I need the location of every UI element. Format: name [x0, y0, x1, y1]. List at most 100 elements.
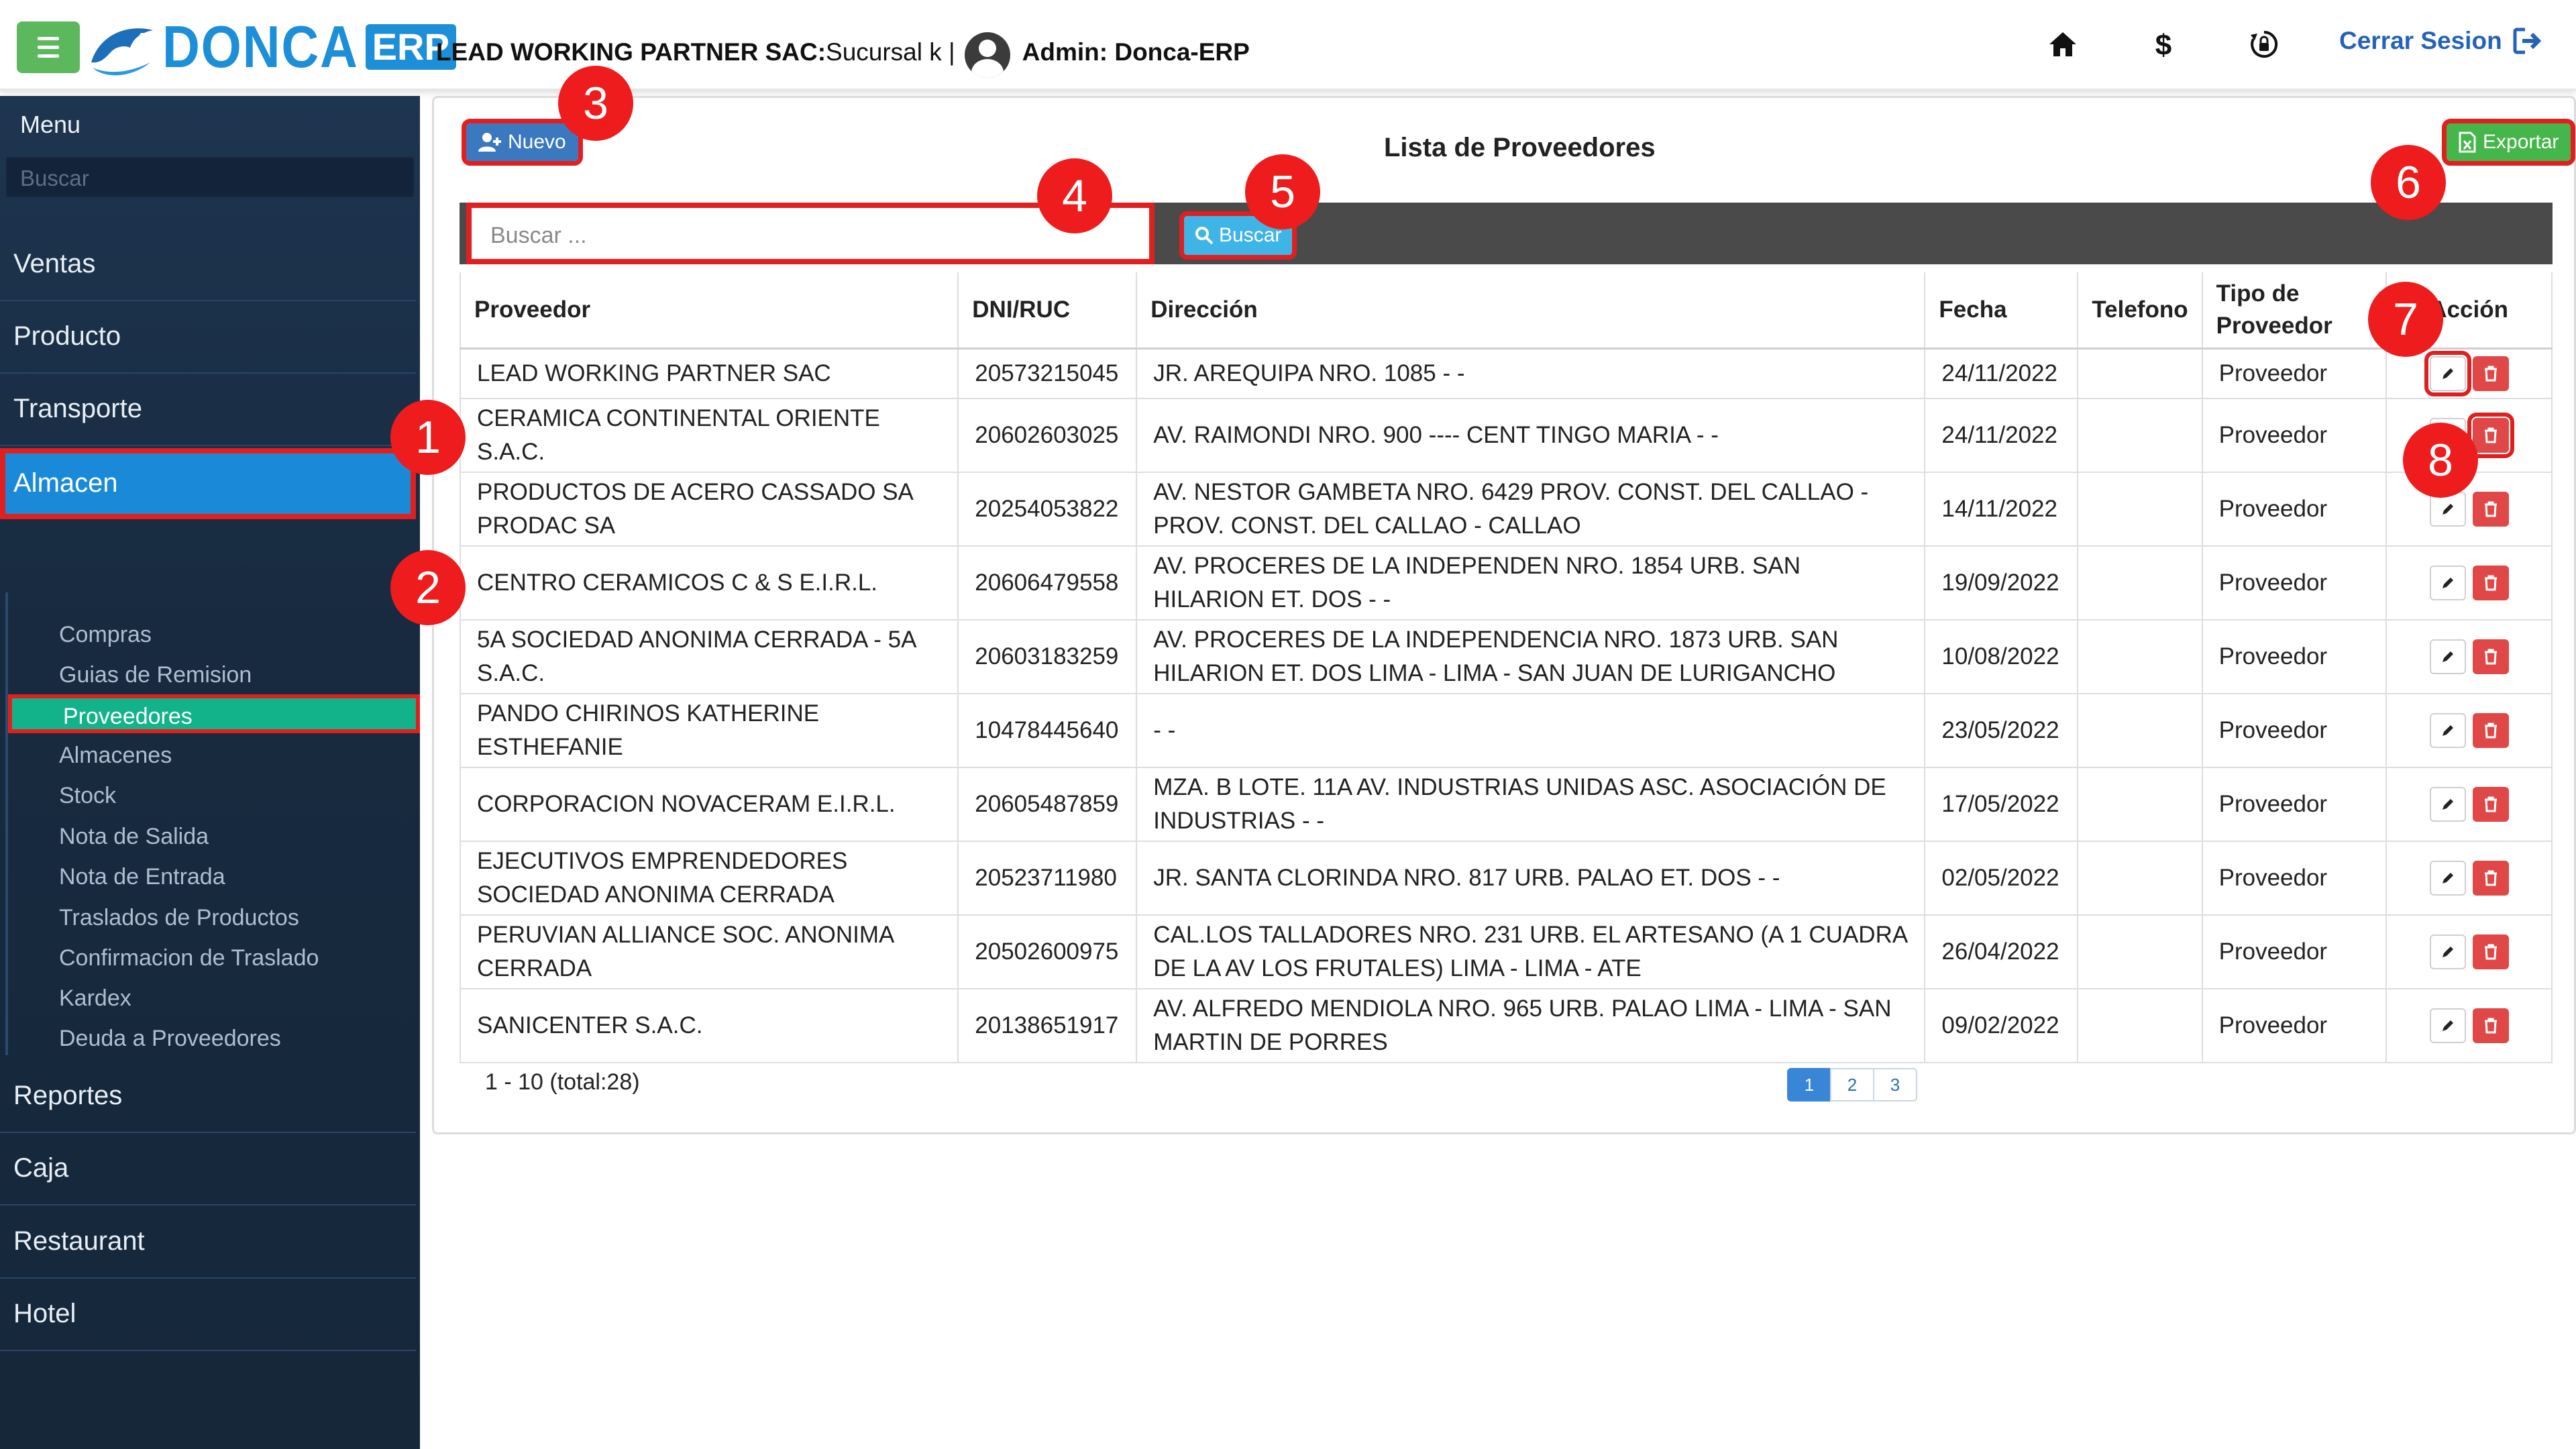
- top-bar: DONCA ERP LEAD WORKING PARTNER SAC: Sucu…: [0, 0, 2576, 91]
- cell-direccion: - -: [1136, 693, 1926, 768]
- page-3-button[interactable]: 3: [1873, 1068, 1917, 1102]
- cell-direccion: JR. SANTA CLORINDA NRO. 817 URB. PALAO E…: [1136, 841, 1926, 916]
- submenu-item-proveedores[interactable]: Proveedores: [8, 694, 420, 733]
- cell-ruc: 20254053822: [958, 472, 1138, 547]
- pencil-icon: [2442, 872, 2453, 883]
- edit-button[interactable]: [2429, 712, 2466, 748]
- delete-button[interactable]: [2472, 934, 2509, 969]
- trash-icon: [2484, 1018, 2497, 1033]
- pencil-icon: [2442, 1020, 2453, 1031]
- sidebar-item-caja[interactable]: Caja: [0, 1134, 416, 1205]
- column-header-ruc[interactable]: DNI/RUC: [958, 272, 1138, 350]
- cell-ruc: 20603183259: [958, 619, 1138, 694]
- row-actions: [2403, 639, 2535, 674]
- page-1-button[interactable]: 1: [1787, 1068, 1831, 1102]
- cell-ruc: 20138651917: [958, 988, 1138, 1063]
- edit-button[interactable]: [2424, 350, 2471, 396]
- pagination: 1 2 3: [1787, 1068, 1917, 1102]
- submenu-item-guias-de-remision[interactable]: Guias de Remision: [59, 662, 252, 688]
- column-header-direccion[interactable]: Dirección: [1136, 272, 1926, 350]
- delete-button[interactable]: [2472, 639, 2509, 674]
- page-2-button[interactable]: 2: [1830, 1068, 1874, 1102]
- edit-button[interactable]: [2429, 786, 2466, 822]
- company-name: LEAD WORKING PARTNER SAC:: [436, 38, 826, 66]
- edit-button[interactable]: [2429, 1008, 2466, 1043]
- submenu-item-traslados-de-productos[interactable]: Traslados de Productos: [59, 905, 299, 931]
- cell-tipo: Proveedor: [2202, 767, 2387, 842]
- svg-text:$: $: [2155, 29, 2171, 60]
- submenu-item-stock[interactable]: Stock: [59, 783, 116, 809]
- submenu-item-kardex[interactable]: Kardex: [59, 985, 131, 1012]
- trash-icon: [2484, 870, 2497, 885]
- logout-icon: [2513, 28, 2541, 54]
- submenu-item-compras[interactable]: Compras: [59, 622, 152, 648]
- edit-button[interactable]: [2429, 934, 2466, 969]
- page-title: Lista de Proveedores: [1384, 133, 1656, 162]
- home-button[interactable]: [2039, 23, 2086, 66]
- sidebar-item-reportes[interactable]: Reportes: [0, 1062, 416, 1133]
- row-actions: [2403, 860, 2535, 896]
- cell-fecha: 14/11/2022: [1925, 472, 2079, 547]
- sidebar-search-input[interactable]: Buscar: [5, 156, 415, 198]
- step-marker-6: 6: [2371, 145, 2446, 220]
- cell-telefono: [2078, 767, 2203, 842]
- delete-button[interactable]: [2472, 565, 2509, 600]
- step-marker-3: 3: [558, 66, 633, 141]
- sidebar-item-almacen[interactable]: Almacen: [0, 448, 416, 519]
- cell-fecha: 26/04/2022: [1925, 914, 2079, 989]
- sidebar-item-restaurant[interactable]: Restaurant: [0, 1208, 416, 1279]
- edit-button[interactable]: [2429, 565, 2466, 600]
- cell-telefono: [2078, 693, 2203, 768]
- sidebar-item-producto[interactable]: Producto: [0, 303, 416, 374]
- cell-fecha: 23/05/2022: [1925, 693, 2079, 768]
- row-actions: [2403, 934, 2535, 969]
- cell-telefono: [2078, 545, 2203, 621]
- lock-refresh-button[interactable]: [2241, 23, 2288, 66]
- search-bar: Buscar ... Buscar: [460, 203, 2553, 264]
- sidebar-item-ventas[interactable]: Ventas: [0, 230, 416, 301]
- delete-button[interactable]: [2472, 356, 2509, 391]
- submenu-item-nota-de-entrada[interactable]: Nota de Entrada: [59, 864, 225, 890]
- pencil-icon: [2442, 651, 2453, 662]
- cell-telefono: [2078, 398, 2203, 473]
- cell-tipo: Proveedor: [2202, 619, 2387, 694]
- sidebar: Menu Buscar Ventas Producto Transporte A…: [0, 96, 420, 1449]
- column-header-proveedor[interactable]: Proveedor: [459, 272, 959, 350]
- cell-ruc: 20502600975: [958, 914, 1138, 989]
- sidebar-item-hotel[interactable]: Hotel: [0, 1280, 416, 1351]
- column-header-telefono[interactable]: Telefono: [2078, 272, 2203, 350]
- submenu-item-nota-de-salida[interactable]: Nota de Salida: [59, 824, 209, 850]
- step-marker-2: 2: [390, 550, 466, 625]
- submenu-item-deuda-a-proveedores[interactable]: Deuda a Proveedores: [59, 1026, 281, 1052]
- edit-button[interactable]: [2429, 860, 2466, 896]
- cell-ruc: 20605487859: [958, 767, 1138, 842]
- sidebar-item-transporte[interactable]: Transporte: [0, 375, 416, 446]
- cell-direccion: JR. AREQUIPA NRO. 1085 - -: [1136, 348, 1926, 399]
- delete-button[interactable]: [2472, 786, 2509, 822]
- submenu-item-confirmacion-de-traslado[interactable]: Confirmacion de Traslado: [59, 945, 319, 971]
- cell-proveedor: EJECUTIVOS EMPRENDEDORES SOCIEDAD ANONIM…: [459, 841, 959, 916]
- column-header-tipo[interactable]: Tipo de Proveedor: [2202, 272, 2387, 350]
- pencil-icon: [2442, 577, 2453, 588]
- delete-button[interactable]: [2467, 412, 2514, 458]
- cash-button[interactable]: $: [2140, 23, 2187, 66]
- row-actions: [2403, 786, 2535, 822]
- refresh-lock-icon: [2251, 30, 2278, 58]
- submenu-item-almacenes[interactable]: Almacenes: [59, 743, 172, 769]
- new-provider-button[interactable]: Nuevo: [462, 119, 583, 166]
- cell-actions: [2386, 693, 2553, 768]
- column-header-fecha[interactable]: Fecha: [1925, 272, 2079, 350]
- menu-toggle-button[interactable]: [17, 21, 80, 73]
- export-button[interactable]: Exportar: [2441, 119, 2576, 166]
- delete-button[interactable]: [2472, 491, 2509, 527]
- cell-actions: [2386, 914, 2553, 989]
- delete-button[interactable]: [2472, 1008, 2509, 1043]
- logout-link[interactable]: Cerrar Sesion: [2339, 27, 2544, 55]
- cell-ruc: 20606479558: [958, 545, 1138, 621]
- cell-direccion: AV. ALFREDO MENDIOLA NRO. 965 URB. PALAO…: [1136, 988, 1926, 1063]
- pencil-icon: [2442, 724, 2453, 736]
- delete-button[interactable]: [2472, 860, 2509, 896]
- edit-button[interactable]: [2429, 639, 2466, 674]
- delete-button[interactable]: [2472, 712, 2509, 748]
- cell-fecha: 19/09/2022: [1925, 545, 2079, 621]
